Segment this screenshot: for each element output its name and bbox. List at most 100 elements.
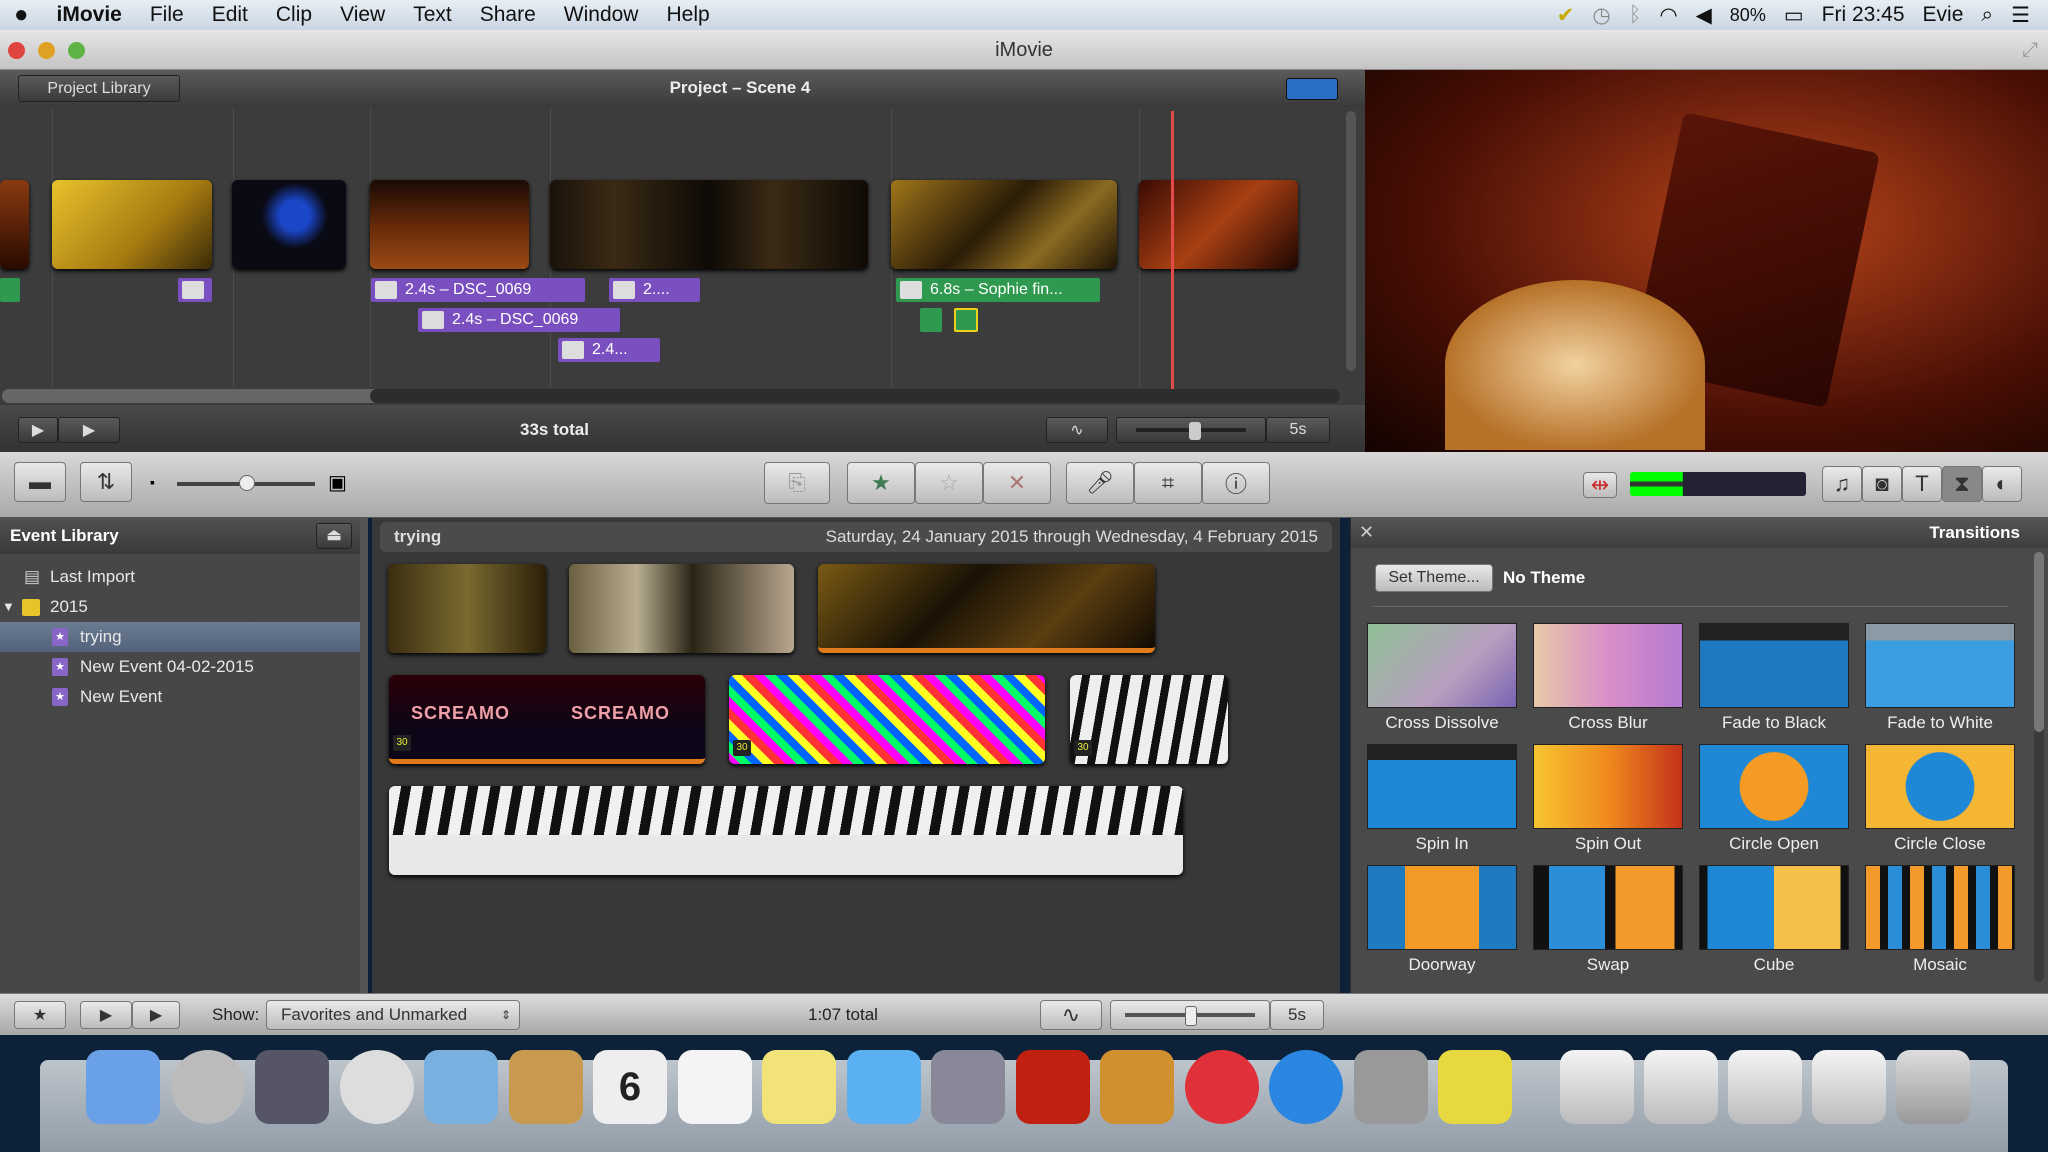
transition-thumbnail[interactable] bbox=[1533, 744, 1683, 829]
time-machine-icon[interactable]: ◷ bbox=[1592, 3, 1610, 28]
project-timeline[interactable]: 2.4s – DSC_0069 2.... 2.4s – DSC_0069 2.… bbox=[0, 107, 1365, 405]
timeline-clip[interactable] bbox=[232, 180, 346, 269]
dock-calendar-icon[interactable]: 6 bbox=[593, 1050, 667, 1124]
show-filter-select[interactable]: Favorites and Unmarked ⇕ bbox=[266, 1000, 520, 1030]
dock-trash-icon[interactable] bbox=[1896, 1050, 1970, 1124]
bluetooth-icon[interactable]: ᛒ bbox=[1629, 3, 1642, 27]
eject-button[interactable]: ⏏ bbox=[316, 523, 352, 549]
menu-app[interactable]: iMovie bbox=[43, 3, 136, 27]
clip-title-label[interactable]: 2.4... bbox=[558, 338, 660, 362]
crop-button[interactable]: ⌗ bbox=[1134, 462, 1202, 504]
sidebar-item-new-event-04-02-2015[interactable]: ★ New Event 04-02-2015 bbox=[0, 652, 360, 682]
menu-share[interactable]: Share bbox=[466, 3, 550, 27]
zoom-window-button[interactable] bbox=[68, 42, 85, 59]
timeline-clip[interactable] bbox=[370, 180, 529, 269]
dock-mail-icon[interactable] bbox=[424, 1050, 498, 1124]
sidebar-item-trying[interactable]: ★ trying bbox=[0, 622, 360, 652]
dock-finder-icon[interactable] bbox=[86, 1050, 160, 1124]
menu-view[interactable]: View bbox=[326, 3, 399, 27]
clip-title-label[interactable]: 2.... bbox=[609, 278, 700, 302]
sidebar-item-2015[interactable]: ▼ 2015 bbox=[0, 592, 360, 622]
sidebar-item-last-import[interactable]: ▤ Last Import bbox=[0, 562, 360, 592]
battery-icon[interactable]: ▭ bbox=[1784, 3, 1804, 28]
unmark-button[interactable]: ☆ bbox=[915, 462, 983, 504]
add-to-project-button[interactable]: ⎘ bbox=[764, 462, 830, 504]
inspector-button[interactable]: ⓘ bbox=[1202, 462, 1270, 504]
event-clip[interactable] bbox=[818, 564, 1155, 653]
transitions-scrollbar[interactable] bbox=[2034, 552, 2044, 982]
menu-help[interactable]: Help bbox=[652, 3, 723, 27]
timeline-clip[interactable] bbox=[0, 180, 29, 269]
thumbnail-size-slider[interactable] bbox=[1116, 417, 1266, 443]
transition-marker[interactable] bbox=[0, 278, 20, 302]
play-fullscreen-event-button[interactable]: ▶ bbox=[80, 1001, 132, 1029]
wifi-icon[interactable]: ◠ bbox=[1659, 3, 1677, 28]
event-clip[interactable]: 30 bbox=[1070, 675, 1228, 764]
play-event-button[interactable]: ▶ bbox=[132, 1001, 180, 1029]
playhead[interactable] bbox=[1171, 111, 1174, 393]
dock-minimized-window-2-icon[interactable] bbox=[1644, 1050, 1718, 1124]
photo-browser-button[interactable]: ◙ bbox=[1862, 466, 1902, 502]
event-thumbnail-slider[interactable] bbox=[1110, 1000, 1270, 1030]
show-events-button[interactable]: ★ bbox=[14, 1001, 66, 1029]
reject-button[interactable]: ✕ bbox=[983, 462, 1051, 504]
dock-iphoto-icon[interactable] bbox=[1100, 1050, 1174, 1124]
play-fullscreen-button[interactable]: ▶ bbox=[18, 417, 58, 443]
transition-thumbnail[interactable] bbox=[1367, 865, 1517, 950]
transition-thumbnail[interactable] bbox=[1699, 623, 1849, 708]
timeline-clip[interactable] bbox=[891, 180, 1117, 269]
clock[interactable]: Fri 23:45 bbox=[1822, 3, 1905, 27]
checkmark-icon[interactable]: ✔ bbox=[1557, 3, 1575, 28]
dock-app-store-icon[interactable] bbox=[1269, 1050, 1343, 1124]
transition-thumbnail[interactable] bbox=[1865, 744, 2015, 829]
audio-waveform-event-button[interactable]: ∿ bbox=[1040, 1000, 1102, 1030]
close-transitions-icon[interactable]: ✕ bbox=[1359, 522, 1374, 543]
disclosure-triangle-icon[interactable]: ▼ bbox=[2, 592, 15, 622]
audio-waveform-button[interactable]: ∿ bbox=[1046, 417, 1108, 443]
clip-size-slider[interactable] bbox=[177, 475, 315, 491]
dock-photo-booth-icon[interactable] bbox=[255, 1050, 329, 1124]
fullscreen-icon[interactable]: ⤢ bbox=[2022, 30, 2038, 70]
menu-window[interactable]: Window bbox=[550, 3, 653, 27]
transition-thumbnail[interactable] bbox=[1865, 865, 2015, 950]
transition-marker[interactable] bbox=[178, 278, 212, 302]
battery-percent[interactable]: 80% bbox=[1730, 5, 1766, 26]
dock-contacts-icon[interactable] bbox=[508, 1050, 583, 1124]
clip-title-label[interactable]: 2.4s – DSC_0069 bbox=[371, 278, 585, 302]
play-button[interactable]: ▶ bbox=[58, 417, 120, 443]
menu-edit[interactable]: Edit bbox=[198, 3, 262, 27]
dock-minimized-window-4-icon[interactable] bbox=[1812, 1050, 1886, 1124]
timeline-clip[interactable] bbox=[52, 180, 212, 269]
dock-photo-booth-2-icon[interactable] bbox=[1015, 1050, 1090, 1124]
minimize-window-button[interactable] bbox=[38, 42, 55, 59]
audio-marker[interactable] bbox=[920, 308, 942, 332]
dock-imovie-icon[interactable] bbox=[1438, 1050, 1512, 1124]
swap-events-projects-button[interactable]: ⇅ bbox=[80, 462, 132, 502]
dock-launchpad-icon[interactable] bbox=[170, 1050, 245, 1124]
transition-thumbnail[interactable] bbox=[1699, 865, 1849, 950]
camera-import-button[interactable]: ▬ bbox=[14, 462, 66, 502]
clip-title-label[interactable]: 6.8s – Sophie fin... bbox=[896, 278, 1100, 302]
dock-safari-icon[interactable] bbox=[339, 1050, 414, 1124]
audio-marker-selected[interactable] bbox=[954, 308, 978, 332]
volume-icon[interactable]: ◀ bbox=[1696, 3, 1712, 28]
menu-clip[interactable]: Clip bbox=[262, 3, 326, 27]
set-theme-button[interactable]: Set Theme... bbox=[1375, 564, 1493, 592]
timeline-vertical-scrollbar[interactable] bbox=[1346, 111, 1356, 371]
event-clip[interactable]: 30 bbox=[729, 675, 1045, 764]
event-clip[interactable] bbox=[389, 786, 1183, 875]
apple-menu-icon[interactable]: ● bbox=[0, 1, 43, 29]
transition-thumbnail[interactable] bbox=[1533, 865, 1683, 950]
voiceover-button[interactable]: 🎤︎ bbox=[1066, 462, 1134, 504]
sidebar-item-new-event[interactable]: ★ New Event bbox=[0, 682, 360, 712]
titles-browser-button[interactable]: T bbox=[1902, 466, 1942, 502]
music-browser-button[interactable]: ♫ bbox=[1822, 466, 1862, 502]
menu-text[interactable]: Text bbox=[399, 3, 466, 27]
timeline-clip[interactable] bbox=[550, 180, 868, 269]
dock-reminders-icon[interactable] bbox=[677, 1050, 752, 1124]
mark-favorite-button[interactable]: ★ bbox=[847, 462, 915, 504]
close-window-button[interactable] bbox=[8, 42, 25, 59]
transition-thumbnail[interactable] bbox=[1533, 623, 1683, 708]
audio-skimming-button[interactable]: ⇹ bbox=[1583, 472, 1617, 498]
transition-thumbnail[interactable] bbox=[1865, 623, 2015, 708]
